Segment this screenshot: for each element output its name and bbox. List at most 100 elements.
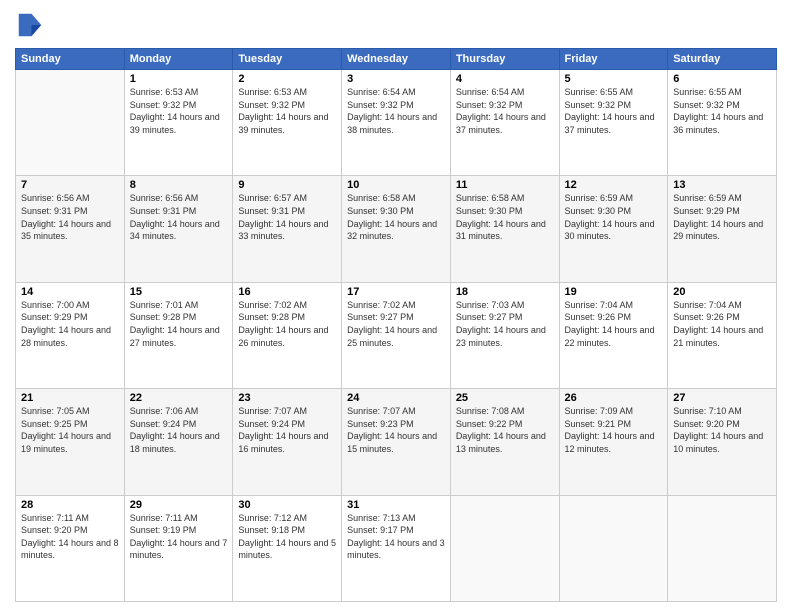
day-info: Sunrise: 6:56 AMSunset: 9:31 PMDaylight:… (130, 192, 228, 242)
week-row-3: 14Sunrise: 7:00 AMSunset: 9:29 PMDayligh… (16, 282, 777, 388)
day-number: 16 (238, 286, 336, 298)
day-cell: 7Sunrise: 6:56 AMSunset: 9:31 PMDaylight… (16, 176, 125, 282)
day-number: 29 (130, 499, 228, 511)
day-cell (668, 495, 777, 601)
day-info: Sunrise: 6:54 AMSunset: 9:32 PMDaylight:… (456, 86, 554, 136)
day-info: Sunrise: 7:01 AMSunset: 9:28 PMDaylight:… (130, 299, 228, 349)
day-number: 15 (130, 286, 228, 298)
day-number: 13 (673, 179, 771, 191)
logo-icon (15, 10, 45, 40)
day-number: 10 (347, 179, 445, 191)
day-cell: 30Sunrise: 7:12 AMSunset: 9:18 PMDayligh… (233, 495, 342, 601)
day-info: Sunrise: 6:57 AMSunset: 9:31 PMDaylight:… (238, 192, 336, 242)
day-number: 2 (238, 73, 336, 85)
day-cell: 29Sunrise: 7:11 AMSunset: 9:19 PMDayligh… (124, 495, 233, 601)
day-number: 18 (456, 286, 554, 298)
day-info: Sunrise: 6:58 AMSunset: 9:30 PMDaylight:… (347, 192, 445, 242)
day-number: 23 (238, 392, 336, 404)
day-cell: 25Sunrise: 7:08 AMSunset: 9:22 PMDayligh… (450, 389, 559, 495)
day-info: Sunrise: 7:11 AMSunset: 9:20 PMDaylight:… (21, 512, 119, 562)
day-info: Sunrise: 7:05 AMSunset: 9:25 PMDaylight:… (21, 405, 119, 455)
day-number: 17 (347, 286, 445, 298)
day-number: 8 (130, 179, 228, 191)
day-cell: 18Sunrise: 7:03 AMSunset: 9:27 PMDayligh… (450, 282, 559, 388)
day-number: 3 (347, 73, 445, 85)
day-cell: 8Sunrise: 6:56 AMSunset: 9:31 PMDaylight… (124, 176, 233, 282)
day-info: Sunrise: 7:10 AMSunset: 9:20 PMDaylight:… (673, 405, 771, 455)
day-cell: 10Sunrise: 6:58 AMSunset: 9:30 PMDayligh… (342, 176, 451, 282)
day-info: Sunrise: 7:02 AMSunset: 9:28 PMDaylight:… (238, 299, 336, 349)
day-number: 25 (456, 392, 554, 404)
day-cell: 9Sunrise: 6:57 AMSunset: 9:31 PMDaylight… (233, 176, 342, 282)
day-cell: 20Sunrise: 7:04 AMSunset: 9:26 PMDayligh… (668, 282, 777, 388)
day-cell: 12Sunrise: 6:59 AMSunset: 9:30 PMDayligh… (559, 176, 668, 282)
day-number: 1 (130, 73, 228, 85)
day-cell: 5Sunrise: 6:55 AMSunset: 9:32 PMDaylight… (559, 70, 668, 176)
day-cell: 16Sunrise: 7:02 AMSunset: 9:28 PMDayligh… (233, 282, 342, 388)
day-info: Sunrise: 6:59 AMSunset: 9:29 PMDaylight:… (673, 192, 771, 242)
day-cell: 22Sunrise: 7:06 AMSunset: 9:24 PMDayligh… (124, 389, 233, 495)
day-cell: 2Sunrise: 6:53 AMSunset: 9:32 PMDaylight… (233, 70, 342, 176)
day-cell: 13Sunrise: 6:59 AMSunset: 9:29 PMDayligh… (668, 176, 777, 282)
day-number: 9 (238, 179, 336, 191)
day-info: Sunrise: 6:59 AMSunset: 9:30 PMDaylight:… (565, 192, 663, 242)
day-number: 30 (238, 499, 336, 511)
day-info: Sunrise: 7:07 AMSunset: 9:24 PMDaylight:… (238, 405, 336, 455)
day-cell: 1Sunrise: 6:53 AMSunset: 9:32 PMDaylight… (124, 70, 233, 176)
logo (15, 10, 49, 40)
day-info: Sunrise: 7:02 AMSunset: 9:27 PMDaylight:… (347, 299, 445, 349)
week-row-5: 28Sunrise: 7:11 AMSunset: 9:20 PMDayligh… (16, 495, 777, 601)
day-header-tuesday: Tuesday (233, 49, 342, 70)
day-cell: 4Sunrise: 6:54 AMSunset: 9:32 PMDaylight… (450, 70, 559, 176)
day-cell: 19Sunrise: 7:04 AMSunset: 9:26 PMDayligh… (559, 282, 668, 388)
day-info: Sunrise: 6:58 AMSunset: 9:30 PMDaylight:… (456, 192, 554, 242)
day-cell: 26Sunrise: 7:09 AMSunset: 9:21 PMDayligh… (559, 389, 668, 495)
day-header-friday: Friday (559, 49, 668, 70)
day-cell: 27Sunrise: 7:10 AMSunset: 9:20 PMDayligh… (668, 389, 777, 495)
calendar-table: SundayMondayTuesdayWednesdayThursdayFrid… (15, 48, 777, 602)
day-info: Sunrise: 6:54 AMSunset: 9:32 PMDaylight:… (347, 86, 445, 136)
day-cell (450, 495, 559, 601)
day-number: 19 (565, 286, 663, 298)
day-number: 20 (673, 286, 771, 298)
day-header-wednesday: Wednesday (342, 49, 451, 70)
day-info: Sunrise: 7:04 AMSunset: 9:26 PMDaylight:… (673, 299, 771, 349)
day-header-saturday: Saturday (668, 49, 777, 70)
day-header-thursday: Thursday (450, 49, 559, 70)
day-info: Sunrise: 6:53 AMSunset: 9:32 PMDaylight:… (130, 86, 228, 136)
page: SundayMondayTuesdayWednesdayThursdayFrid… (0, 0, 792, 612)
day-cell: 14Sunrise: 7:00 AMSunset: 9:29 PMDayligh… (16, 282, 125, 388)
day-info: Sunrise: 6:55 AMSunset: 9:32 PMDaylight:… (565, 86, 663, 136)
day-number: 5 (565, 73, 663, 85)
day-number: 31 (347, 499, 445, 511)
day-number: 4 (456, 73, 554, 85)
week-row-4: 21Sunrise: 7:05 AMSunset: 9:25 PMDayligh… (16, 389, 777, 495)
day-number: 6 (673, 73, 771, 85)
header-row: SundayMondayTuesdayWednesdayThursdayFrid… (16, 49, 777, 70)
day-cell: 31Sunrise: 7:13 AMSunset: 9:17 PMDayligh… (342, 495, 451, 601)
week-row-1: 1Sunrise: 6:53 AMSunset: 9:32 PMDaylight… (16, 70, 777, 176)
day-number: 12 (565, 179, 663, 191)
day-info: Sunrise: 7:04 AMSunset: 9:26 PMDaylight:… (565, 299, 663, 349)
day-info: Sunrise: 7:03 AMSunset: 9:27 PMDaylight:… (456, 299, 554, 349)
day-cell: 17Sunrise: 7:02 AMSunset: 9:27 PMDayligh… (342, 282, 451, 388)
day-header-monday: Monday (124, 49, 233, 70)
day-info: Sunrise: 7:07 AMSunset: 9:23 PMDaylight:… (347, 405, 445, 455)
day-number: 27 (673, 392, 771, 404)
day-number: 14 (21, 286, 119, 298)
day-info: Sunrise: 6:55 AMSunset: 9:32 PMDaylight:… (673, 86, 771, 136)
day-cell: 6Sunrise: 6:55 AMSunset: 9:32 PMDaylight… (668, 70, 777, 176)
day-cell: 3Sunrise: 6:54 AMSunset: 9:32 PMDaylight… (342, 70, 451, 176)
day-info: Sunrise: 7:11 AMSunset: 9:19 PMDaylight:… (130, 512, 228, 562)
day-cell: 15Sunrise: 7:01 AMSunset: 9:28 PMDayligh… (124, 282, 233, 388)
day-header-sunday: Sunday (16, 49, 125, 70)
day-number: 26 (565, 392, 663, 404)
day-info: Sunrise: 6:53 AMSunset: 9:32 PMDaylight:… (238, 86, 336, 136)
day-number: 11 (456, 179, 554, 191)
day-number: 28 (21, 499, 119, 511)
day-cell (559, 495, 668, 601)
header (15, 10, 777, 40)
day-cell: 21Sunrise: 7:05 AMSunset: 9:25 PMDayligh… (16, 389, 125, 495)
day-cell: 28Sunrise: 7:11 AMSunset: 9:20 PMDayligh… (16, 495, 125, 601)
day-info: Sunrise: 7:13 AMSunset: 9:17 PMDaylight:… (347, 512, 445, 562)
